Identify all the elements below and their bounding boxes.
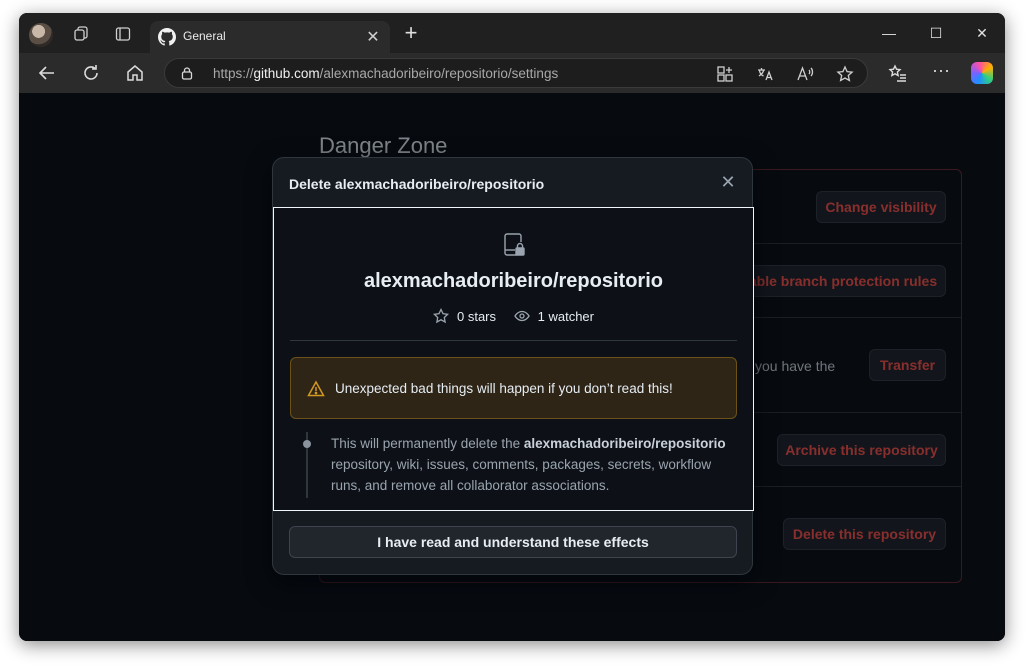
eye-icon <box>513 310 530 322</box>
new-tab-icon[interactable]: + <box>401 22 421 44</box>
read-aloud-icon[interactable] <box>796 65 814 83</box>
confirm-understand-button[interactable]: I have read and understand these effects <box>289 526 737 558</box>
maximize-icon[interactable]: ☐ <box>926 23 946 43</box>
back-icon[interactable] <box>37 63 57 83</box>
warning-banner: Unexpected bad things will happen if you… <box>290 357 737 419</box>
tab-actions-icon[interactable] <box>114 25 132 43</box>
effects-repo: alexmachadoribeiro/repositorio <box>523 436 726 451</box>
effects-suffix: repository, wiki, issues, comments, pack… <box>331 457 712 493</box>
star-icon <box>432 308 449 324</box>
minimize-icon[interactable]: — <box>879 23 899 43</box>
watchers-label: 1 watcher <box>537 308 594 324</box>
effects-prefix: This will permanently delete the <box>331 436 524 451</box>
favorites-list-icon[interactable] <box>888 63 908 83</box>
tab-strip: General ✕ + — ☐ ✕ <box>19 13 1005 53</box>
github-logo-icon <box>158 28 176 46</box>
warning-text: Unexpected bad things will happen if you… <box>335 381 673 396</box>
refresh-icon[interactable] <box>81 63 101 83</box>
stars-label: 0 stars <box>456 308 496 324</box>
profile-avatar[interactable] <box>29 23 53 47</box>
active-tab[interactable]: General ✕ <box>150 21 390 53</box>
copilot-icon[interactable] <box>971 62 993 84</box>
workspaces-icon[interactable] <box>72 25 90 43</box>
favorite-star-icon[interactable] <box>836 65 854 83</box>
repo-locked-icon <box>504 233 525 256</box>
repo-name-heading: alexmachadoribeiro/repositorio <box>364 270 663 292</box>
effects-description: This will permanently delete the alexmac… <box>331 433 741 496</box>
more-menu-icon[interactable]: ··· <box>931 61 951 83</box>
stars-count: 0 stars <box>432 308 496 324</box>
github-settings-page: Danger Zone Change visibility able branc… <box>19 93 1005 641</box>
translate-icon[interactable] <box>756 65 774 83</box>
tab-title: General <box>183 29 226 43</box>
close-dialog-icon[interactable]: ✕ <box>718 172 738 192</box>
navigation-bar: https://github.com/alexmachadoribeiro/re… <box>19 53 1005 93</box>
repo-stats: 0 stars 1 watcher <box>274 308 753 327</box>
url-path: /alexmachadoribeiro/repositorio/settings <box>319 66 559 81</box>
delete-repository-dialog: Delete alexmachadoribeiro/repositorio ✕ … <box>272 157 754 575</box>
site-info-lock-icon[interactable] <box>180 66 194 80</box>
alert-triangle-icon <box>307 380 325 397</box>
dialog-title: Delete alexmachadoribeiro/repositorio <box>289 176 545 192</box>
address-bar[interactable]: https://github.com/alexmachadoribeiro/re… <box>164 58 868 88</box>
home-icon[interactable] <box>125 63 145 83</box>
url-scheme: https:// <box>213 66 254 81</box>
dialog-divider <box>290 340 737 341</box>
timeline-dot <box>303 440 311 448</box>
close-tab-icon[interactable]: ✕ <box>364 27 382 47</box>
url-host: github.com <box>253 66 320 81</box>
app-available-icon[interactable] <box>716 65 734 83</box>
browser-window: General ✕ + — ☐ ✕ https://github.com/ale… <box>19 13 1005 641</box>
url-text: https://github.com/alexmachadoribeiro/re… <box>213 66 558 81</box>
close-window-icon[interactable]: ✕ <box>972 23 992 43</box>
dialog-body: alexmachadoribeiro/repositorio 0 stars 1… <box>273 207 754 511</box>
watchers-count: 1 watcher <box>513 308 594 324</box>
